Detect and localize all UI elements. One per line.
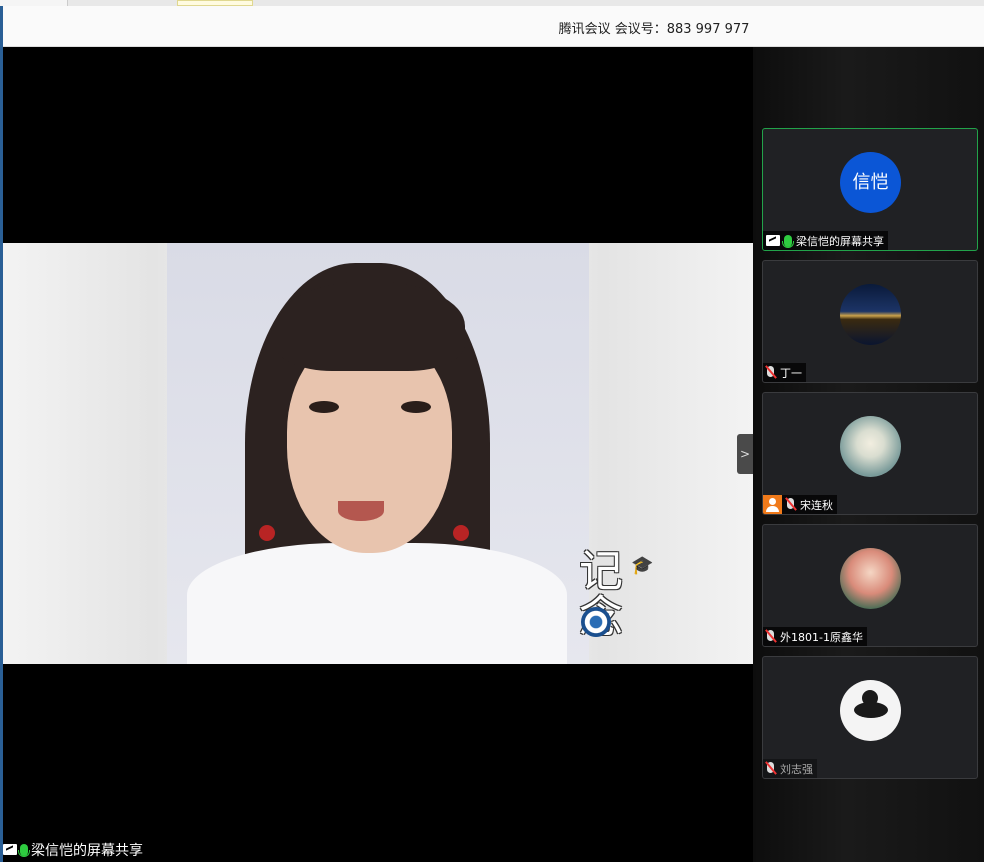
shared-screen-video: 记念 🎓 [3,243,753,664]
participant-tile[interactable]: 刘志强 [762,656,978,779]
speaker-eye [309,401,339,413]
avatar: 信恺 [840,152,901,213]
earring [259,525,275,541]
participant-name: 刘志强 [780,762,813,776]
avatar [840,680,901,741]
avatar [840,548,901,609]
screen-share-icon [766,235,780,246]
participant-name: 宋连秋 [800,498,833,512]
meeting-window: 腾讯会议 会议号：883 997 977 记念 🎓 梁 [0,0,984,862]
watermark-logo: 记念 🎓 [575,549,675,654]
mic-muted-icon [786,498,796,511]
speaker-bangs [275,281,465,371]
participant-namebar: 梁信恺的屏幕共享 [763,231,888,250]
chevron-right-icon: > [739,447,751,461]
participant-name: 外1801-1原鑫华 [780,630,863,644]
participant-namebar: 刘志强 [763,759,817,778]
participant-tile[interactable]: 信恺 梁信恺的屏幕共享 [762,128,978,251]
mic-on-icon [18,843,30,857]
main-video-area: 记念 🎓 [3,47,753,862]
participant-sidebar: 信恺 梁信恺的屏幕共享 丁一 宋连秋 外1801-1原鑫华 刘志强 [753,47,984,862]
title-bar: 腾讯会议 会议号：883 997 977 [3,6,984,47]
participant-tile[interactable]: 宋连秋 [762,392,978,515]
participant-name: 梁信恺的屏幕共享 [796,234,884,248]
mic-muted-icon [766,366,776,379]
graduation-cap-icon: 🎓 [631,555,654,576]
host-icon [763,495,782,514]
speaker-mouth [338,501,384,521]
screen-share-icon [3,844,17,855]
participant-namebar: 外1801-1原鑫华 [763,627,867,646]
share-label-text: 梁信恺的屏幕共享 [31,842,143,859]
university-seal-icon [581,607,611,637]
participant-namebar: 丁一 [763,363,806,382]
mic-muted-icon [766,762,776,775]
meeting-title: 腾讯会议 会议号：883 997 977 [558,22,750,37]
participant-name: 丁一 [780,366,802,380]
mic-on-icon [782,234,794,248]
share-label: 梁信恺的屏幕共享 [3,839,143,860]
earring [453,525,469,541]
speaker-eye [401,401,431,413]
participant-tile[interactable]: 丁一 [762,260,978,383]
participant-namebar: 宋连秋 [763,495,837,514]
avatar [840,284,901,345]
avatar [840,416,901,477]
speaker-shirt [187,543,567,664]
participant-tile[interactable]: 外1801-1原鑫华 [762,524,978,647]
collapse-sidebar-button[interactable]: > [737,434,753,474]
speaker-frame [167,243,589,664]
mic-muted-icon [766,630,776,643]
